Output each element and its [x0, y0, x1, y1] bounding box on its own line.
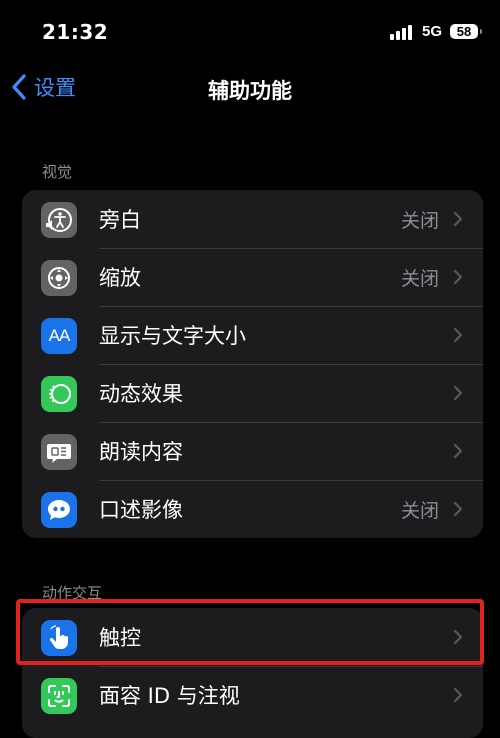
settings-group-vision: 旁白 关闭 缩放 关闭 AA 显示与文字大小 动态效果 朗读内容 口述影像 关闭	[22, 190, 483, 538]
chevron-right-icon	[453, 443, 463, 459]
text-size-icon: AA	[41, 318, 77, 354]
status-bar: 21:32 5G 58	[0, 0, 500, 64]
section-header-vision: 视觉	[42, 163, 73, 181]
navigation-bar: 设置 辅助功能	[0, 70, 500, 112]
hand-touch-icon	[41, 620, 77, 656]
row-label: 面容 ID 与注视	[99, 684, 240, 708]
row-display-text-size[interactable]: AA 显示与文字大小	[22, 306, 483, 364]
row-audio-description[interactable]: 口述影像 关闭	[22, 480, 483, 538]
row-label: 显示与文字大小	[99, 324, 246, 348]
battery-icon: 58	[450, 23, 482, 39]
row-value: 关闭	[400, 267, 439, 290]
chevron-right-icon	[453, 269, 463, 285]
zoom-icon	[41, 260, 77, 296]
row-spoken-content[interactable]: 朗读内容	[22, 422, 483, 480]
network-type: 5G	[421, 22, 442, 40]
row-label: 触控	[99, 626, 141, 650]
chevron-right-icon	[453, 501, 463, 517]
audio-description-icon	[41, 492, 77, 528]
chevron-right-icon	[453, 211, 463, 227]
row-value: 关闭	[400, 209, 439, 232]
status-time: 21:32	[42, 20, 109, 44]
row-label: 旁白	[99, 208, 141, 232]
text-size-glyph: AA	[48, 326, 71, 345]
row-value: 关闭	[400, 499, 439, 522]
row-voiceover[interactable]: 旁白 关闭	[22, 190, 483, 248]
row-zoom[interactable]: 缩放 关闭	[22, 248, 483, 306]
section-header-physical-motor: 动作交互	[42, 584, 103, 602]
chevron-right-icon	[453, 629, 463, 645]
row-label: 缩放	[99, 266, 141, 290]
voiceover-icon	[41, 202, 77, 238]
page-title: 辅助功能	[208, 79, 292, 103]
row-face-id-attention[interactable]: 面容 ID 与注视	[22, 666, 483, 724]
spoken-content-icon	[41, 434, 77, 470]
motion-icon	[41, 376, 77, 412]
chevron-right-icon	[453, 327, 463, 343]
row-label: 动态效果	[99, 382, 183, 406]
cellular-signal-icon	[389, 22, 414, 40]
chevron-right-icon	[453, 687, 463, 703]
row-label: 朗读内容	[99, 440, 183, 464]
battery-level: 58	[456, 23, 472, 39]
row-touch[interactable]: 触控	[22, 608, 483, 666]
face-id-icon	[41, 678, 77, 714]
row-motion[interactable]: 动态效果	[22, 364, 483, 422]
settings-group-physical-motor: 触控 面容 ID 与注视	[22, 608, 483, 738]
row-label: 口述影像	[99, 498, 183, 522]
chevron-right-icon	[453, 385, 463, 401]
status-indicators: 5G 58	[389, 22, 482, 40]
